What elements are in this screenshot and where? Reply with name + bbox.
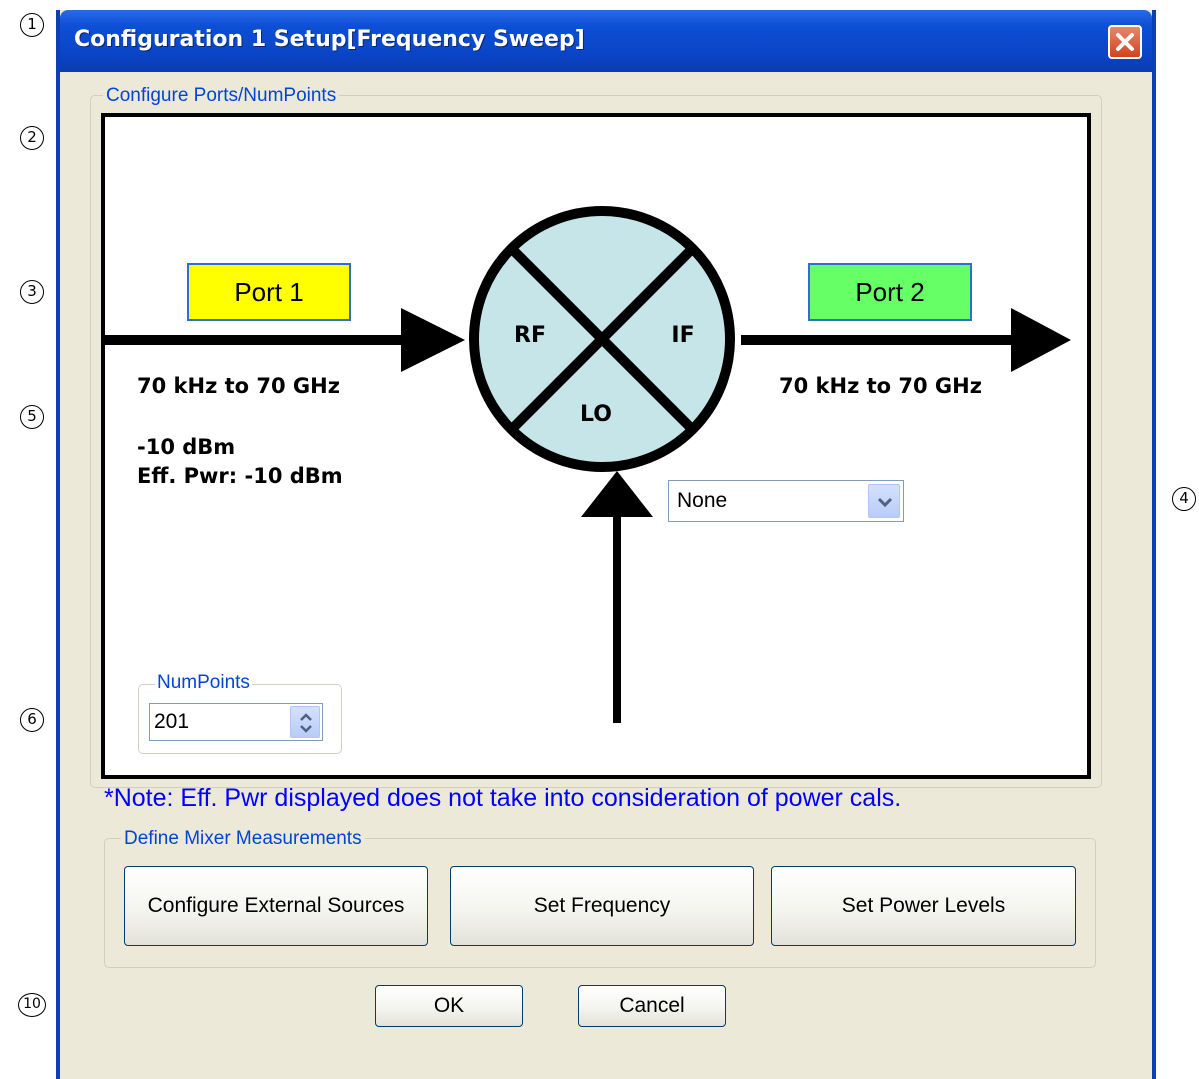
chevron-down-icon[interactable] bbox=[868, 484, 900, 518]
port1-power: -10 dBm bbox=[137, 435, 236, 459]
port1-effective-power: Eff. Pwr: -10 dBm bbox=[137, 464, 343, 488]
callout-3: 3 bbox=[20, 280, 44, 304]
callout-4: 4 bbox=[1172, 487, 1196, 511]
callout-6: 6 bbox=[20, 708, 44, 732]
title-bar[interactable]: Configuration 1 Setup[Frequency Sweep] bbox=[60, 10, 1152, 72]
lo-source-value: None bbox=[677, 489, 728, 512]
callout-2: 2 bbox=[20, 126, 44, 150]
input-arrowhead bbox=[401, 308, 465, 372]
mixer-measurements-legend: Define Mixer Measurements bbox=[121, 828, 365, 850]
callout-1: 1 bbox=[20, 13, 44, 37]
port1-frequency-range: 70 kHz to 70 GHz bbox=[137, 374, 340, 398]
numpoints-stepper[interactable]: 201 bbox=[149, 703, 323, 741]
spinner-arrows-icon[interactable] bbox=[290, 706, 320, 738]
cancel-button[interactable]: Cancel bbox=[578, 985, 726, 1027]
callout-10: 10 bbox=[18, 993, 46, 1017]
port2-frequency-range: 70 kHz to 70 GHz bbox=[779, 374, 982, 398]
close-x-icon bbox=[1116, 33, 1134, 51]
mixer-diagram-graphics bbox=[105, 206, 1071, 723]
power-cal-note: *Note: Eff. Pwr displayed does not take … bbox=[104, 784, 902, 812]
mixer-rf-label: RF bbox=[501, 318, 559, 354]
mixer-if-label: IF bbox=[654, 318, 712, 354]
ok-button[interactable]: OK bbox=[375, 985, 523, 1027]
set-frequency-button[interactable]: Set Frequency bbox=[450, 866, 754, 946]
lo-source-select[interactable]: None bbox=[668, 480, 904, 522]
callout-5: 5 bbox=[20, 405, 44, 429]
port2-button[interactable]: Port 2 bbox=[808, 263, 972, 321]
numpoints-value: 201 bbox=[154, 710, 190, 733]
numpoints-group: NumPoints 201 bbox=[138, 672, 342, 754]
mixer-diagram: RF IF LO Port 1 Port 2 70 kHz to 70 GHz … bbox=[101, 113, 1091, 779]
dialog-title: Configuration 1 Setup[Frequency Sweep] bbox=[74, 27, 585, 52]
port1-button[interactable]: Port 1 bbox=[187, 263, 351, 321]
configure-ports-legend: Configure Ports/NumPoints bbox=[103, 85, 340, 107]
configure-external-sources-button[interactable]: Configure External Sources bbox=[124, 866, 428, 946]
mixer-lo-label: LO bbox=[567, 397, 625, 433]
output-arrowhead bbox=[1011, 308, 1071, 372]
set-power-levels-button[interactable]: Set Power Levels bbox=[771, 866, 1076, 946]
close-button[interactable] bbox=[1108, 25, 1142, 59]
numpoints-legend: NumPoints bbox=[155, 672, 252, 694]
lo-arrowhead bbox=[581, 471, 653, 517]
